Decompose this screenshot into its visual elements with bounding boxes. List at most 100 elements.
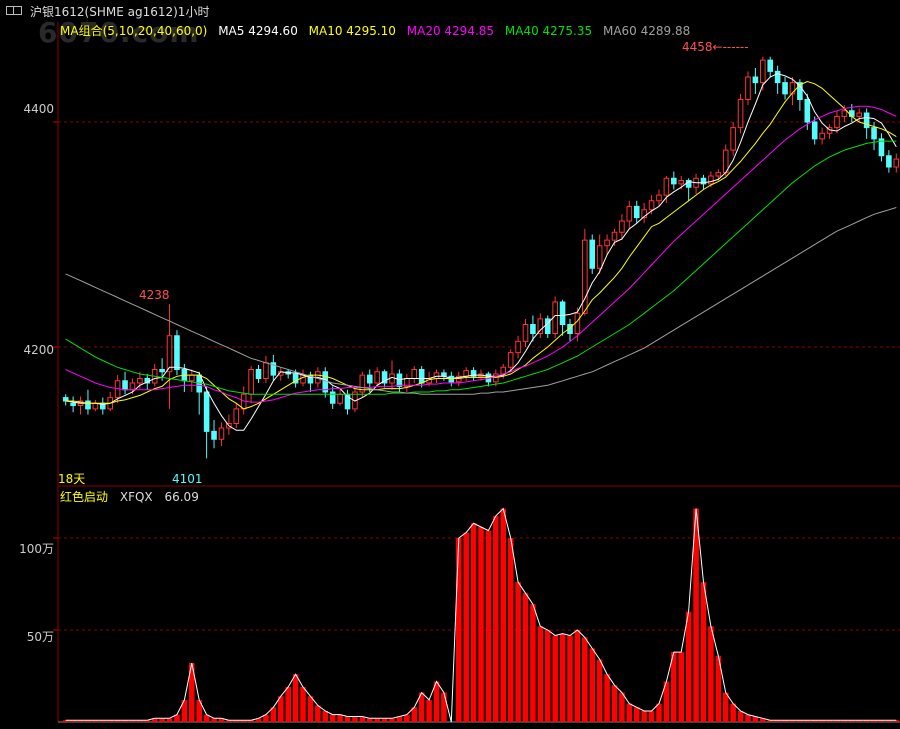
ma-line-ma60 xyxy=(65,207,897,395)
indicator-bar xyxy=(426,699,432,722)
indicator-bar xyxy=(404,714,410,722)
ma-line-ma40 xyxy=(65,140,897,395)
indicator-bar xyxy=(708,626,714,722)
indicator-bar xyxy=(656,703,662,722)
indicator-bar xyxy=(574,630,581,722)
candle-body xyxy=(611,231,618,241)
indicator-bar xyxy=(211,718,217,722)
indicator-bar xyxy=(589,648,596,722)
candle-body xyxy=(122,380,128,391)
indicator-bar xyxy=(159,718,165,722)
candle-body xyxy=(62,397,69,402)
candle-body xyxy=(678,180,685,185)
indicator-bar xyxy=(366,718,373,722)
candle-body xyxy=(322,371,329,393)
candle-body xyxy=(507,352,514,368)
indicator-bar xyxy=(470,523,477,722)
candle-body xyxy=(604,239,610,247)
candle-body xyxy=(589,239,596,269)
candle-body xyxy=(871,127,877,140)
indicator-bar xyxy=(166,718,173,722)
candle-body xyxy=(863,112,870,129)
candle-body xyxy=(418,369,425,384)
candle-body xyxy=(515,340,521,354)
indicator-bar xyxy=(515,582,521,722)
candle-body xyxy=(374,371,380,384)
indicator-bar xyxy=(596,659,603,722)
candle-body xyxy=(834,115,840,129)
candle-body xyxy=(448,375,455,383)
candle-body xyxy=(574,312,581,334)
candle-body xyxy=(663,177,670,196)
candle-body xyxy=(137,378,143,384)
chart-canvas[interactable] xyxy=(0,0,900,729)
indicator-bar xyxy=(478,526,484,722)
indicator-bar xyxy=(648,710,655,722)
indicator-bar xyxy=(307,696,314,722)
indicator-bar xyxy=(700,582,707,722)
candle-body xyxy=(811,121,818,140)
indicator-bar xyxy=(633,707,640,722)
candle-body xyxy=(92,402,99,410)
candle-body xyxy=(760,59,766,84)
candle-body xyxy=(337,393,343,404)
indicator-bar xyxy=(604,674,610,722)
candle-body xyxy=(730,127,736,151)
candle-body xyxy=(530,324,536,334)
indicator-bar xyxy=(463,532,469,722)
candle-body xyxy=(248,369,254,395)
candle-body xyxy=(782,82,788,95)
indicator-bar xyxy=(641,710,647,722)
indicator-bar xyxy=(300,687,306,722)
indicator-bar xyxy=(522,593,529,722)
candle-body xyxy=(129,382,136,391)
candle-body xyxy=(366,374,373,384)
indicator-bar xyxy=(559,633,566,722)
candle-body xyxy=(263,362,269,379)
candle-body xyxy=(619,220,625,233)
indicator-bar xyxy=(352,716,358,722)
candle-body xyxy=(188,374,195,382)
indicator-bar xyxy=(552,635,558,722)
indicator-bar xyxy=(626,703,633,722)
indicator-bar xyxy=(381,718,388,722)
candle-body xyxy=(715,172,722,177)
indicator-bar xyxy=(537,626,544,722)
indicator-bar xyxy=(315,705,321,722)
indicator-bar xyxy=(544,630,551,722)
candle-body xyxy=(174,335,180,370)
indicator-bar xyxy=(619,692,625,722)
candle-body xyxy=(656,194,662,202)
indicator-bar xyxy=(582,637,588,722)
candle-body xyxy=(848,110,855,117)
candle-body xyxy=(708,175,714,185)
candle-body xyxy=(559,301,566,325)
candle-body xyxy=(300,374,306,384)
candle-body xyxy=(671,177,677,185)
candle-body xyxy=(433,372,440,379)
indicator-bar xyxy=(441,692,447,722)
candle-body xyxy=(463,370,469,377)
candle-body xyxy=(441,372,447,377)
indicator-bar xyxy=(322,710,329,722)
candle-body xyxy=(396,373,403,387)
candle-body xyxy=(329,391,336,404)
indicator-bar xyxy=(507,538,514,722)
candle-body xyxy=(737,99,744,129)
candle-body xyxy=(166,335,173,373)
candle-body xyxy=(856,112,863,117)
indicator-bar xyxy=(329,714,336,722)
indicator-bar xyxy=(485,530,492,722)
candle-body xyxy=(493,373,499,383)
indicator-bar xyxy=(344,716,351,722)
indicator-bar xyxy=(685,611,692,722)
candle-body xyxy=(500,366,507,375)
candle-body xyxy=(804,99,811,123)
indicator-bar xyxy=(611,685,618,722)
indicator-bar xyxy=(500,508,507,722)
candle-body xyxy=(893,158,900,168)
candle-body xyxy=(85,400,91,410)
indicator-bar xyxy=(374,718,380,722)
candle-body xyxy=(70,402,76,406)
indicator-bar xyxy=(292,674,299,722)
